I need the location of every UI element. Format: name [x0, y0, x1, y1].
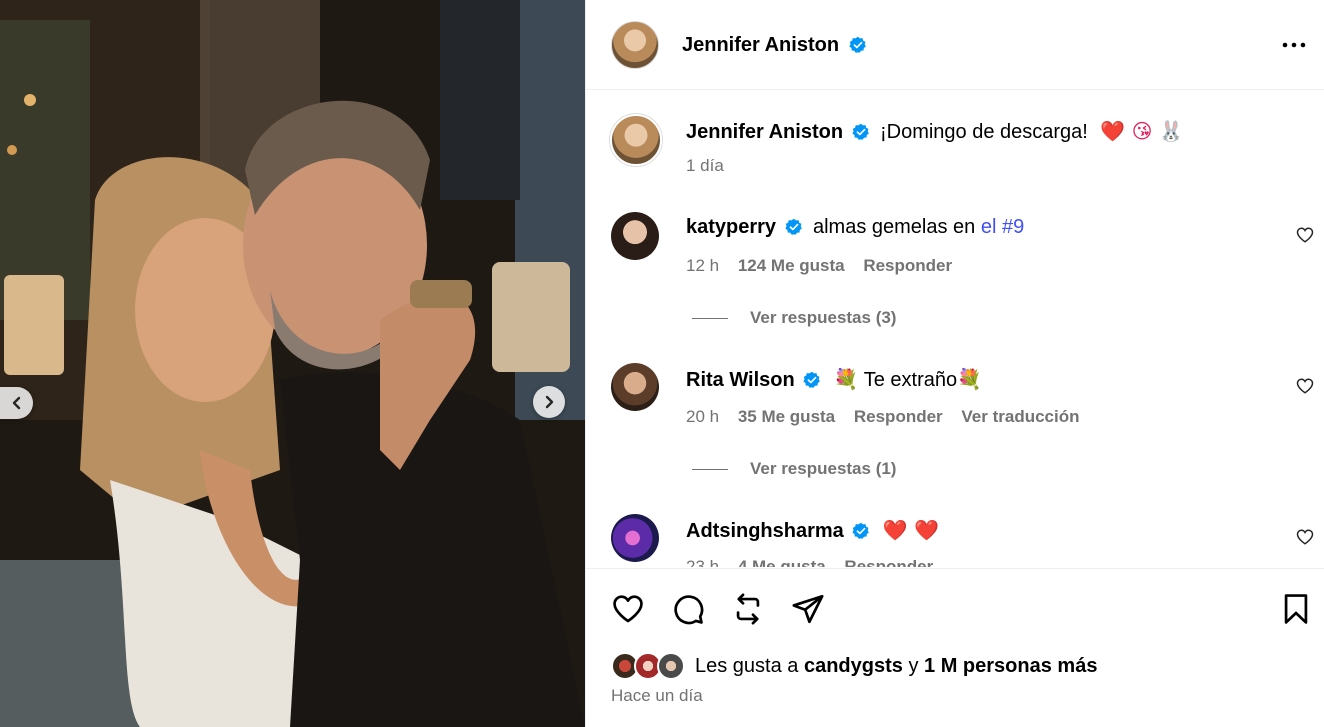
carousel-prev-button[interactable] — [0, 387, 33, 419]
comment-text: Te extraño — [858, 369, 958, 391]
view-replies-label[interactable]: Ver respuestas (3) — [750, 308, 896, 327]
comment-avatar-katyperry[interactable] — [611, 212, 659, 260]
caption-author-name[interactable]: Jennifer Aniston — [686, 121, 843, 143]
post-photo[interactable] — [0, 0, 585, 727]
view-replies-label[interactable]: Ver respuestas (1) — [750, 459, 896, 478]
repost-icon[interactable] — [731, 592, 765, 626]
likes-count[interactable]: 1 M personas más — [924, 655, 1097, 678]
comment-meta-ritawilson: 20 h 35 Me gusta Responder Ver traducció… — [686, 407, 1094, 427]
bouquet-emoji: 💐 — [833, 367, 859, 391]
hashtag-link[interactable]: el #9 — [981, 216, 1024, 238]
verified-badge-icon — [852, 522, 870, 539]
comments-list[interactable]: Jennifer Aniston ¡Domingo de descarga! ❤… — [586, 91, 1324, 567]
share-icon[interactable] — [791, 592, 825, 626]
caption-text: ¡Domingo de descarga! — [879, 121, 1088, 143]
author-avatar[interactable] — [611, 21, 659, 69]
comment-age[interactable]: 23 h — [686, 557, 719, 567]
comment-meta-katyperry: 12 h 124 Me gusta Responder — [686, 256, 966, 276]
author-name-text[interactable]: Jennifer Aniston — [682, 34, 839, 56]
reply-button[interactable]: Responder — [863, 256, 952, 275]
comment-username[interactable]: Adtsinghsharma — [686, 520, 844, 542]
likes-summary: Les gusta a candygsts y 1 M personas más — [611, 650, 1097, 682]
verified-badge-icon — [803, 371, 821, 388]
comment-likes[interactable]: 4 Me gusta — [738, 557, 826, 567]
caption-line: Jennifer Aniston ¡Domingo de descarga! ❤… — [686, 119, 1184, 144]
comment-age[interactable]: 20 h — [686, 407, 719, 426]
caption-meta: 1 día — [686, 156, 738, 176]
liker-avatar — [657, 652, 685, 680]
comment-line-katyperry: katyperry almas gemelas en el #9 — [686, 216, 1024, 239]
translate-button[interactable]: Ver traducción — [961, 407, 1079, 426]
comment-age[interactable]: 12 h — [686, 256, 719, 275]
replies-divider-line — [692, 318, 728, 320]
likes-connector: y — [902, 654, 925, 677]
author-name-header[interactable]: Jennifer Aniston — [682, 34, 867, 57]
post-side-panel: Jennifer Aniston Jennifer Aniston ¡Domin… — [585, 0, 1324, 727]
liker-username[interactable]: candygsts — [804, 655, 903, 678]
bookmark-icon[interactable] — [1279, 592, 1313, 626]
heart-icon[interactable] — [611, 592, 645, 626]
more-horizontal-icon[interactable] — [1281, 36, 1307, 54]
comment-like-heart-icon[interactable] — [1296, 377, 1314, 395]
post-header: Jennifer Aniston — [586, 0, 1324, 90]
post-timestamp[interactable]: Hace un día — [611, 686, 703, 706]
reply-button[interactable]: Responder — [854, 407, 943, 426]
liker-avatars[interactable] — [611, 650, 689, 682]
comment-avatar-ritawilson[interactable] — [611, 363, 659, 411]
reply-button[interactable]: Responder — [844, 557, 933, 567]
comment-meta-adtsinghsharma: 23 h 4 Me gusta Responder — [686, 557, 947, 567]
comment-text: ❤️ ❤️ — [882, 518, 939, 542]
caption-emojis: ❤️ 😘 🐰 — [1100, 119, 1184, 143]
verified-badge-icon — [851, 123, 869, 140]
verified-badge-icon — [784, 218, 802, 235]
comment-like-heart-icon[interactable] — [1296, 528, 1314, 546]
caption-author-avatar[interactable] — [610, 114, 662, 166]
comment-text: almas gemelas en — [812, 216, 981, 238]
comment-line-adtsinghsharma: Adtsinghsharma ❤️ ❤️ — [686, 518, 939, 543]
view-replies-ritawilson[interactable]: Ver respuestas (1) — [692, 459, 896, 479]
comment-username[interactable]: katyperry — [686, 216, 776, 238]
comment-likes[interactable]: 124 Me gusta — [738, 256, 845, 275]
comment-line-ritawilson: Rita Wilson 💐 Te extraño💐 — [686, 367, 982, 392]
replies-divider-line — [692, 469, 728, 471]
chevron-right-icon — [545, 395, 554, 409]
comment-icon[interactable] — [671, 592, 705, 626]
likes-prefix: Les gusta a — [695, 654, 804, 677]
comment-username[interactable]: Rita Wilson — [686, 369, 795, 391]
comment-like-heart-icon[interactable] — [1296, 226, 1314, 244]
photo-scene — [0, 0, 585, 727]
comment-avatar-adtsinghsharma[interactable] — [611, 514, 659, 562]
verified-badge-icon — [849, 36, 866, 53]
caption-age[interactable]: 1 día — [686, 156, 724, 175]
carousel-next-button[interactable] — [533, 386, 565, 418]
chevron-left-icon — [12, 396, 20, 410]
bouquet-emoji: 💐 — [957, 367, 983, 391]
comment-likes[interactable]: 35 Me gusta — [738, 407, 835, 426]
view-replies-katyperry[interactable]: Ver respuestas (3) — [692, 308, 896, 328]
